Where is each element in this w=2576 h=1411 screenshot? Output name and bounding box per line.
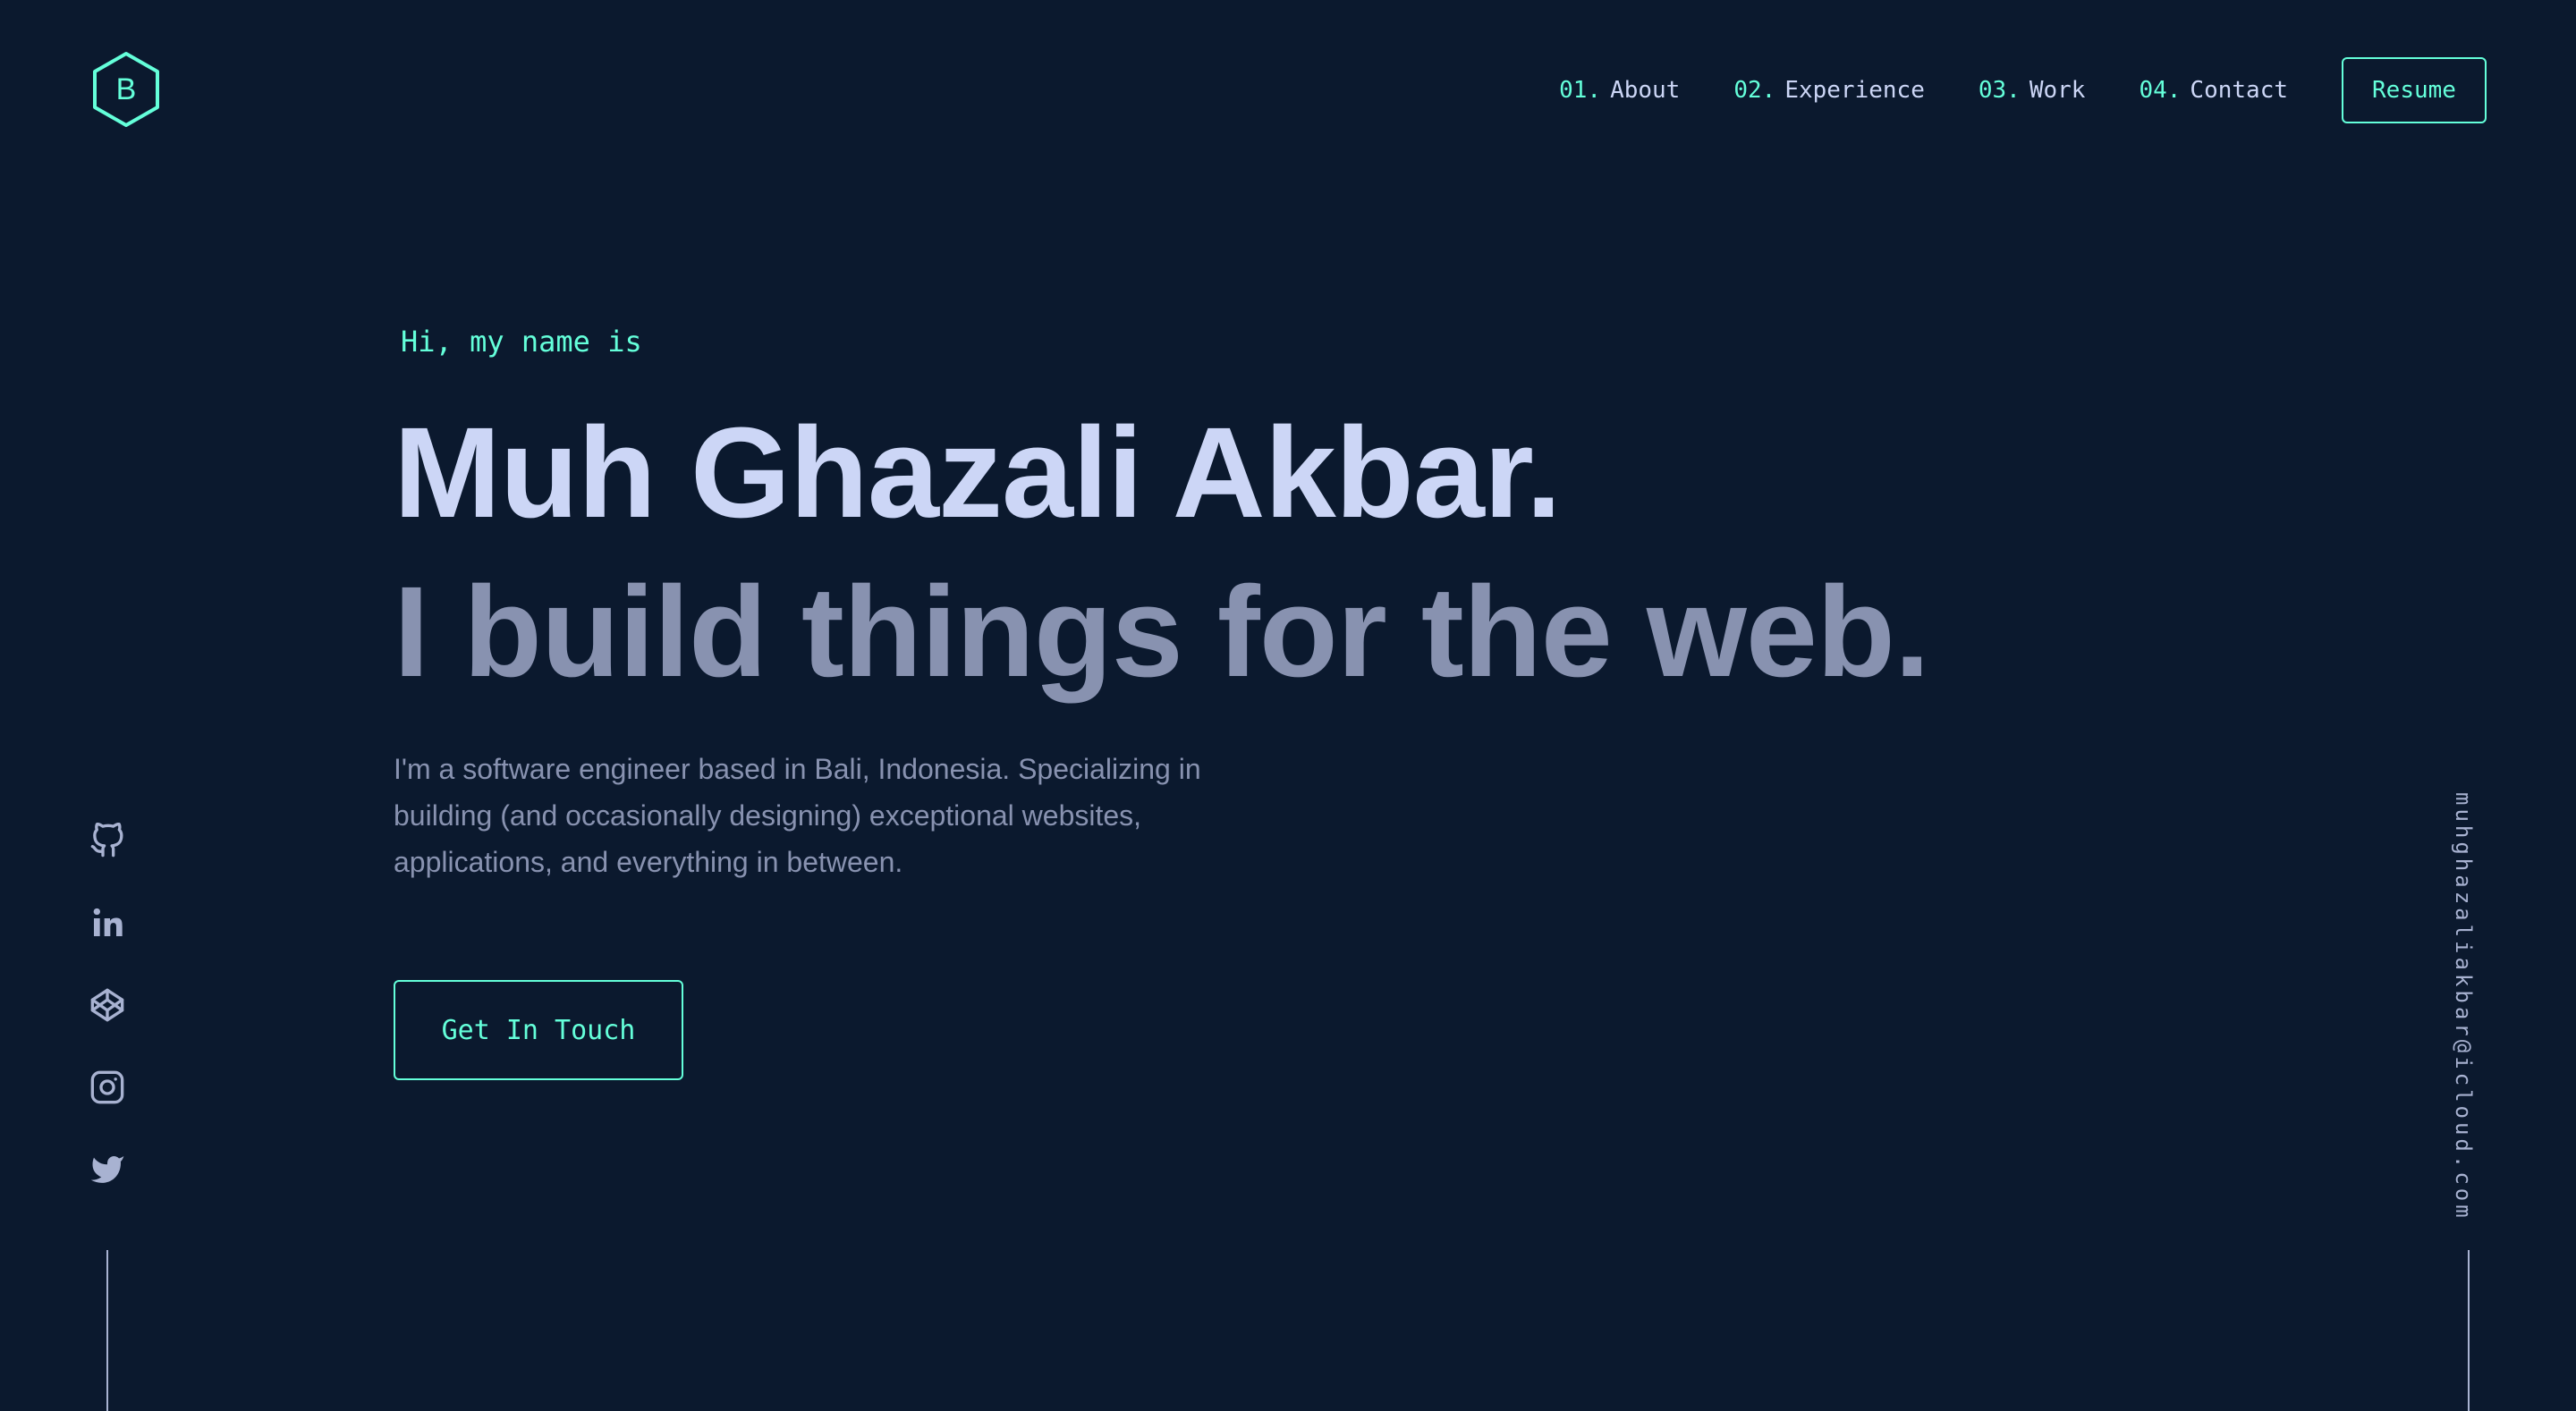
hero-tagline: I build things for the web. bbox=[394, 560, 1930, 704]
nav-item-work[interactable]: 03. Work bbox=[1979, 77, 2086, 104]
hero-greeting: Hi, my name is bbox=[401, 325, 642, 359]
hero-description: I'm a software engineer based in Bali, I… bbox=[394, 753, 1201, 878]
nav-item-number: 03. bbox=[1978, 77, 2021, 104]
nav-item-label: About bbox=[1610, 77, 1681, 104]
email-divider-line bbox=[2468, 1250, 2470, 1411]
main-nav: 01. About 02. Experience 03. Work 04. Co… bbox=[1559, 55, 2487, 125]
nav-item-about[interactable]: 01. About bbox=[1559, 77, 1680, 104]
hero-name: Muh Ghazali Akbar. bbox=[394, 401, 1562, 545]
nav-item-number: 01. bbox=[1559, 77, 1602, 104]
linkedin-icon[interactable] bbox=[89, 905, 125, 941]
email-link[interactable]: muhghazaliakbar@icloud.com bbox=[2451, 792, 2476, 1221]
get-in-touch-button[interactable]: Get In Touch bbox=[394, 980, 683, 1080]
social-divider-line bbox=[106, 1250, 108, 1411]
nav-item-contact[interactable]: 04. Contact bbox=[2139, 77, 2288, 104]
nav-item-label: Contact bbox=[2190, 77, 2288, 104]
instagram-icon[interactable] bbox=[89, 1069, 125, 1105]
github-icon[interactable] bbox=[89, 823, 125, 858]
nav-item-number: 04. bbox=[2139, 77, 2182, 104]
nav-item-label: Experience bbox=[1784, 77, 1925, 104]
nav-item-number: 02. bbox=[1733, 77, 1776, 104]
social-links bbox=[89, 823, 125, 1234]
nav-item-experience[interactable]: 02. Experience bbox=[1733, 77, 1925, 104]
logo-icon[interactable]: B bbox=[91, 51, 161, 128]
resume-button[interactable]: Resume bbox=[2342, 57, 2487, 123]
hero-section: Hi, my name is Muh Ghazali Akbar. I buil… bbox=[394, 322, 2004, 1080]
twitter-icon[interactable] bbox=[89, 1152, 125, 1187]
logo-letter: B bbox=[116, 72, 137, 106]
nav-item-label: Work bbox=[2029, 77, 2086, 104]
codepen-icon[interactable] bbox=[89, 987, 125, 1023]
